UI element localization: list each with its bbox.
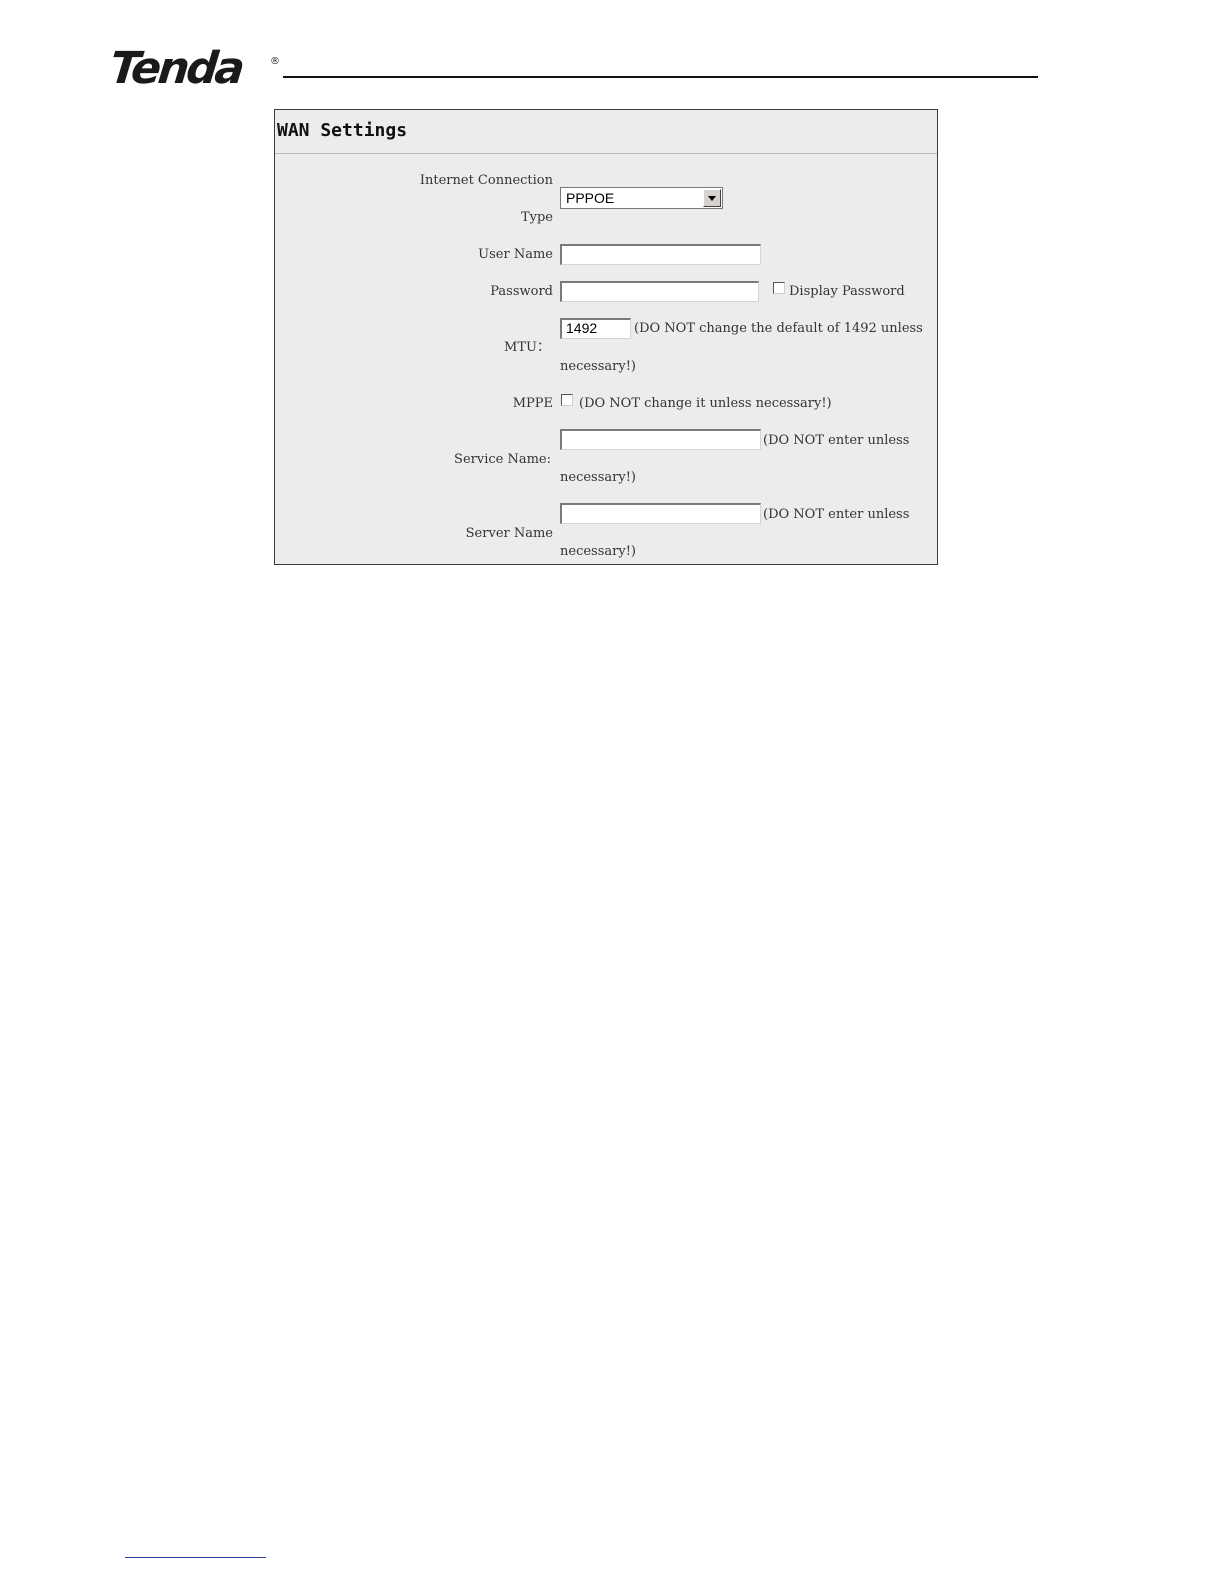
title-divider xyxy=(275,153,937,154)
connection-type-select[interactable]: PPPOE xyxy=(560,187,723,209)
user-name-label: User Name xyxy=(478,247,553,262)
password-label: Password xyxy=(490,284,553,299)
mtu-note-line1: (DO NOT change the default of 1492 unles… xyxy=(634,321,923,336)
connection-type-label-line1: Internet Connection xyxy=(419,173,553,188)
display-password-checkbox[interactable] xyxy=(773,282,785,294)
connection-type-selected-value: PPPOE xyxy=(566,190,615,206)
server-name-input[interactable] xyxy=(560,503,761,524)
server-name-label: Server Name xyxy=(465,526,553,541)
mppe-note: (DO NOT change it unless necessary!) xyxy=(579,396,832,411)
connection-type-label-line2: Type xyxy=(520,210,553,225)
server-name-note-line1: (DO NOT enter unless xyxy=(763,507,910,522)
service-name-input[interactable] xyxy=(560,429,761,450)
registered-mark: ® xyxy=(270,56,280,67)
display-password-label: Display Password xyxy=(789,284,905,299)
server-name-note-line2: necessary!) xyxy=(560,544,636,559)
footer-link-underline xyxy=(125,1557,266,1558)
service-name-label: Service Name: xyxy=(454,452,551,467)
user-name-input[interactable] xyxy=(560,244,761,265)
service-name-note-line1: (DO NOT enter unless xyxy=(763,433,910,448)
wan-settings-panel: WAN Settings Internet Connection Type PP… xyxy=(274,109,938,565)
mtu-input[interactable]: 1492 xyxy=(560,318,631,339)
mtu-note-line2: necessary!) xyxy=(560,359,636,374)
service-name-note-line2: necessary!) xyxy=(560,470,636,485)
mppe-checkbox[interactable] xyxy=(561,394,573,406)
chevron-down-icon[interactable] xyxy=(703,189,721,207)
header-divider xyxy=(283,76,1038,78)
tenda-logo: Tenda xyxy=(107,43,245,94)
mppe-label: MPPE xyxy=(512,396,553,411)
panel-title: WAN Settings xyxy=(277,120,408,141)
mtu-label: MTU： xyxy=(504,340,550,355)
password-input[interactable] xyxy=(560,281,759,302)
